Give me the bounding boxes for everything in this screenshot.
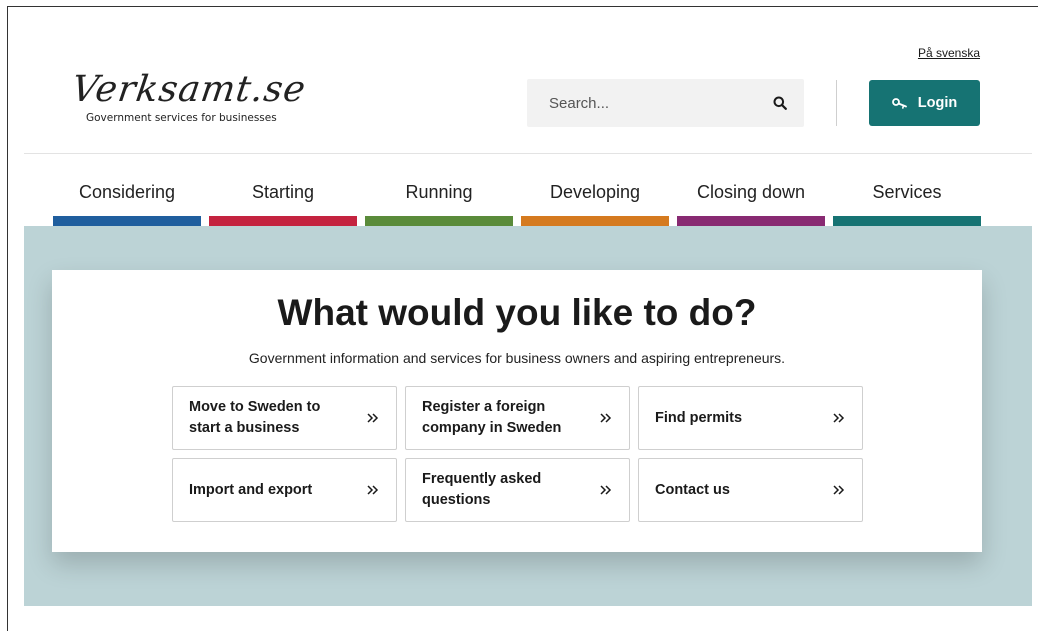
language-switch-link[interactable]: På svenska bbox=[918, 46, 980, 60]
search-icon bbox=[773, 96, 787, 110]
nav-item-label: Developing bbox=[549, 182, 641, 202]
nav-item-considering[interactable]: Considering bbox=[53, 170, 201, 226]
nav-item-developing[interactable]: Developing bbox=[521, 170, 669, 226]
search-box bbox=[527, 79, 804, 127]
double-chevron-right-icon bbox=[367, 413, 379, 423]
site-logo[interactable]: Verksamt.se Government services for busi… bbox=[69, 69, 309, 124]
double-chevron-right-icon bbox=[833, 413, 845, 423]
tile-label: Register a foreign company in Sweden bbox=[422, 399, 562, 436]
nav-item-services[interactable]: Services bbox=[833, 170, 981, 226]
search-input[interactable] bbox=[547, 93, 770, 113]
login-button[interactable]: Login bbox=[869, 80, 980, 126]
double-chevron-right-icon bbox=[833, 485, 845, 495]
nav-item-label: Services bbox=[872, 182, 942, 202]
tile-label: Contact us bbox=[655, 481, 730, 498]
header-divider bbox=[836, 80, 837, 126]
nav-item-starting[interactable]: Starting bbox=[209, 170, 357, 226]
nav-item-closing-down[interactable]: Closing down bbox=[677, 170, 825, 226]
tile-register-foreign-company[interactable]: Register a foreign company in Sweden bbox=[405, 386, 630, 450]
page-title: What would you like to do? bbox=[277, 292, 757, 333]
tile-find-permits[interactable]: Find permits bbox=[638, 386, 863, 450]
tile-label: Move to Sweden to start a business bbox=[189, 399, 321, 436]
nav-color-bar bbox=[53, 216, 201, 226]
tile-label: Frequently asked questions bbox=[422, 471, 542, 508]
logo-tagline: Government services for businesses bbox=[86, 112, 277, 124]
nav-color-bar bbox=[365, 216, 513, 226]
nav-item-label: Considering bbox=[78, 182, 176, 202]
tile-label: Find permits bbox=[655, 409, 743, 426]
nav-color-bar bbox=[209, 216, 357, 226]
nav-color-bar bbox=[521, 216, 669, 226]
login-label: Login bbox=[917, 95, 958, 111]
tile-contact-us[interactable]: Contact us bbox=[638, 458, 863, 522]
nav-item-label: Closing down bbox=[696, 182, 806, 202]
double-chevron-right-icon bbox=[600, 413, 612, 423]
action-card: What would you like to do? Government in… bbox=[52, 270, 982, 552]
main-nav: Considering Starting Running Developing … bbox=[53, 170, 981, 226]
key-icon bbox=[891, 98, 907, 109]
double-chevron-right-icon bbox=[600, 485, 612, 495]
tile-move-to-sweden[interactable]: Move to Sweden to start a business bbox=[172, 386, 397, 450]
header-separator bbox=[24, 153, 1032, 154]
page-subtitle: Government information and services for … bbox=[248, 350, 786, 366]
tile-faq[interactable]: Frequently asked questions bbox=[405, 458, 630, 522]
action-tiles: Move to Sweden to start a business Regis… bbox=[172, 386, 863, 522]
nav-item-label: Starting bbox=[251, 182, 315, 202]
nav-color-bar bbox=[833, 216, 981, 226]
logo-wordmark: Verksamt.se bbox=[69, 69, 309, 110]
nav-item-running[interactable]: Running bbox=[365, 170, 513, 226]
nav-color-bar bbox=[677, 216, 825, 226]
search-button[interactable] bbox=[770, 93, 790, 113]
tile-label: Import and export bbox=[189, 481, 313, 498]
double-chevron-right-icon bbox=[367, 485, 379, 495]
tile-import-export[interactable]: Import and export bbox=[172, 458, 397, 522]
nav-item-label: Running bbox=[405, 182, 473, 202]
